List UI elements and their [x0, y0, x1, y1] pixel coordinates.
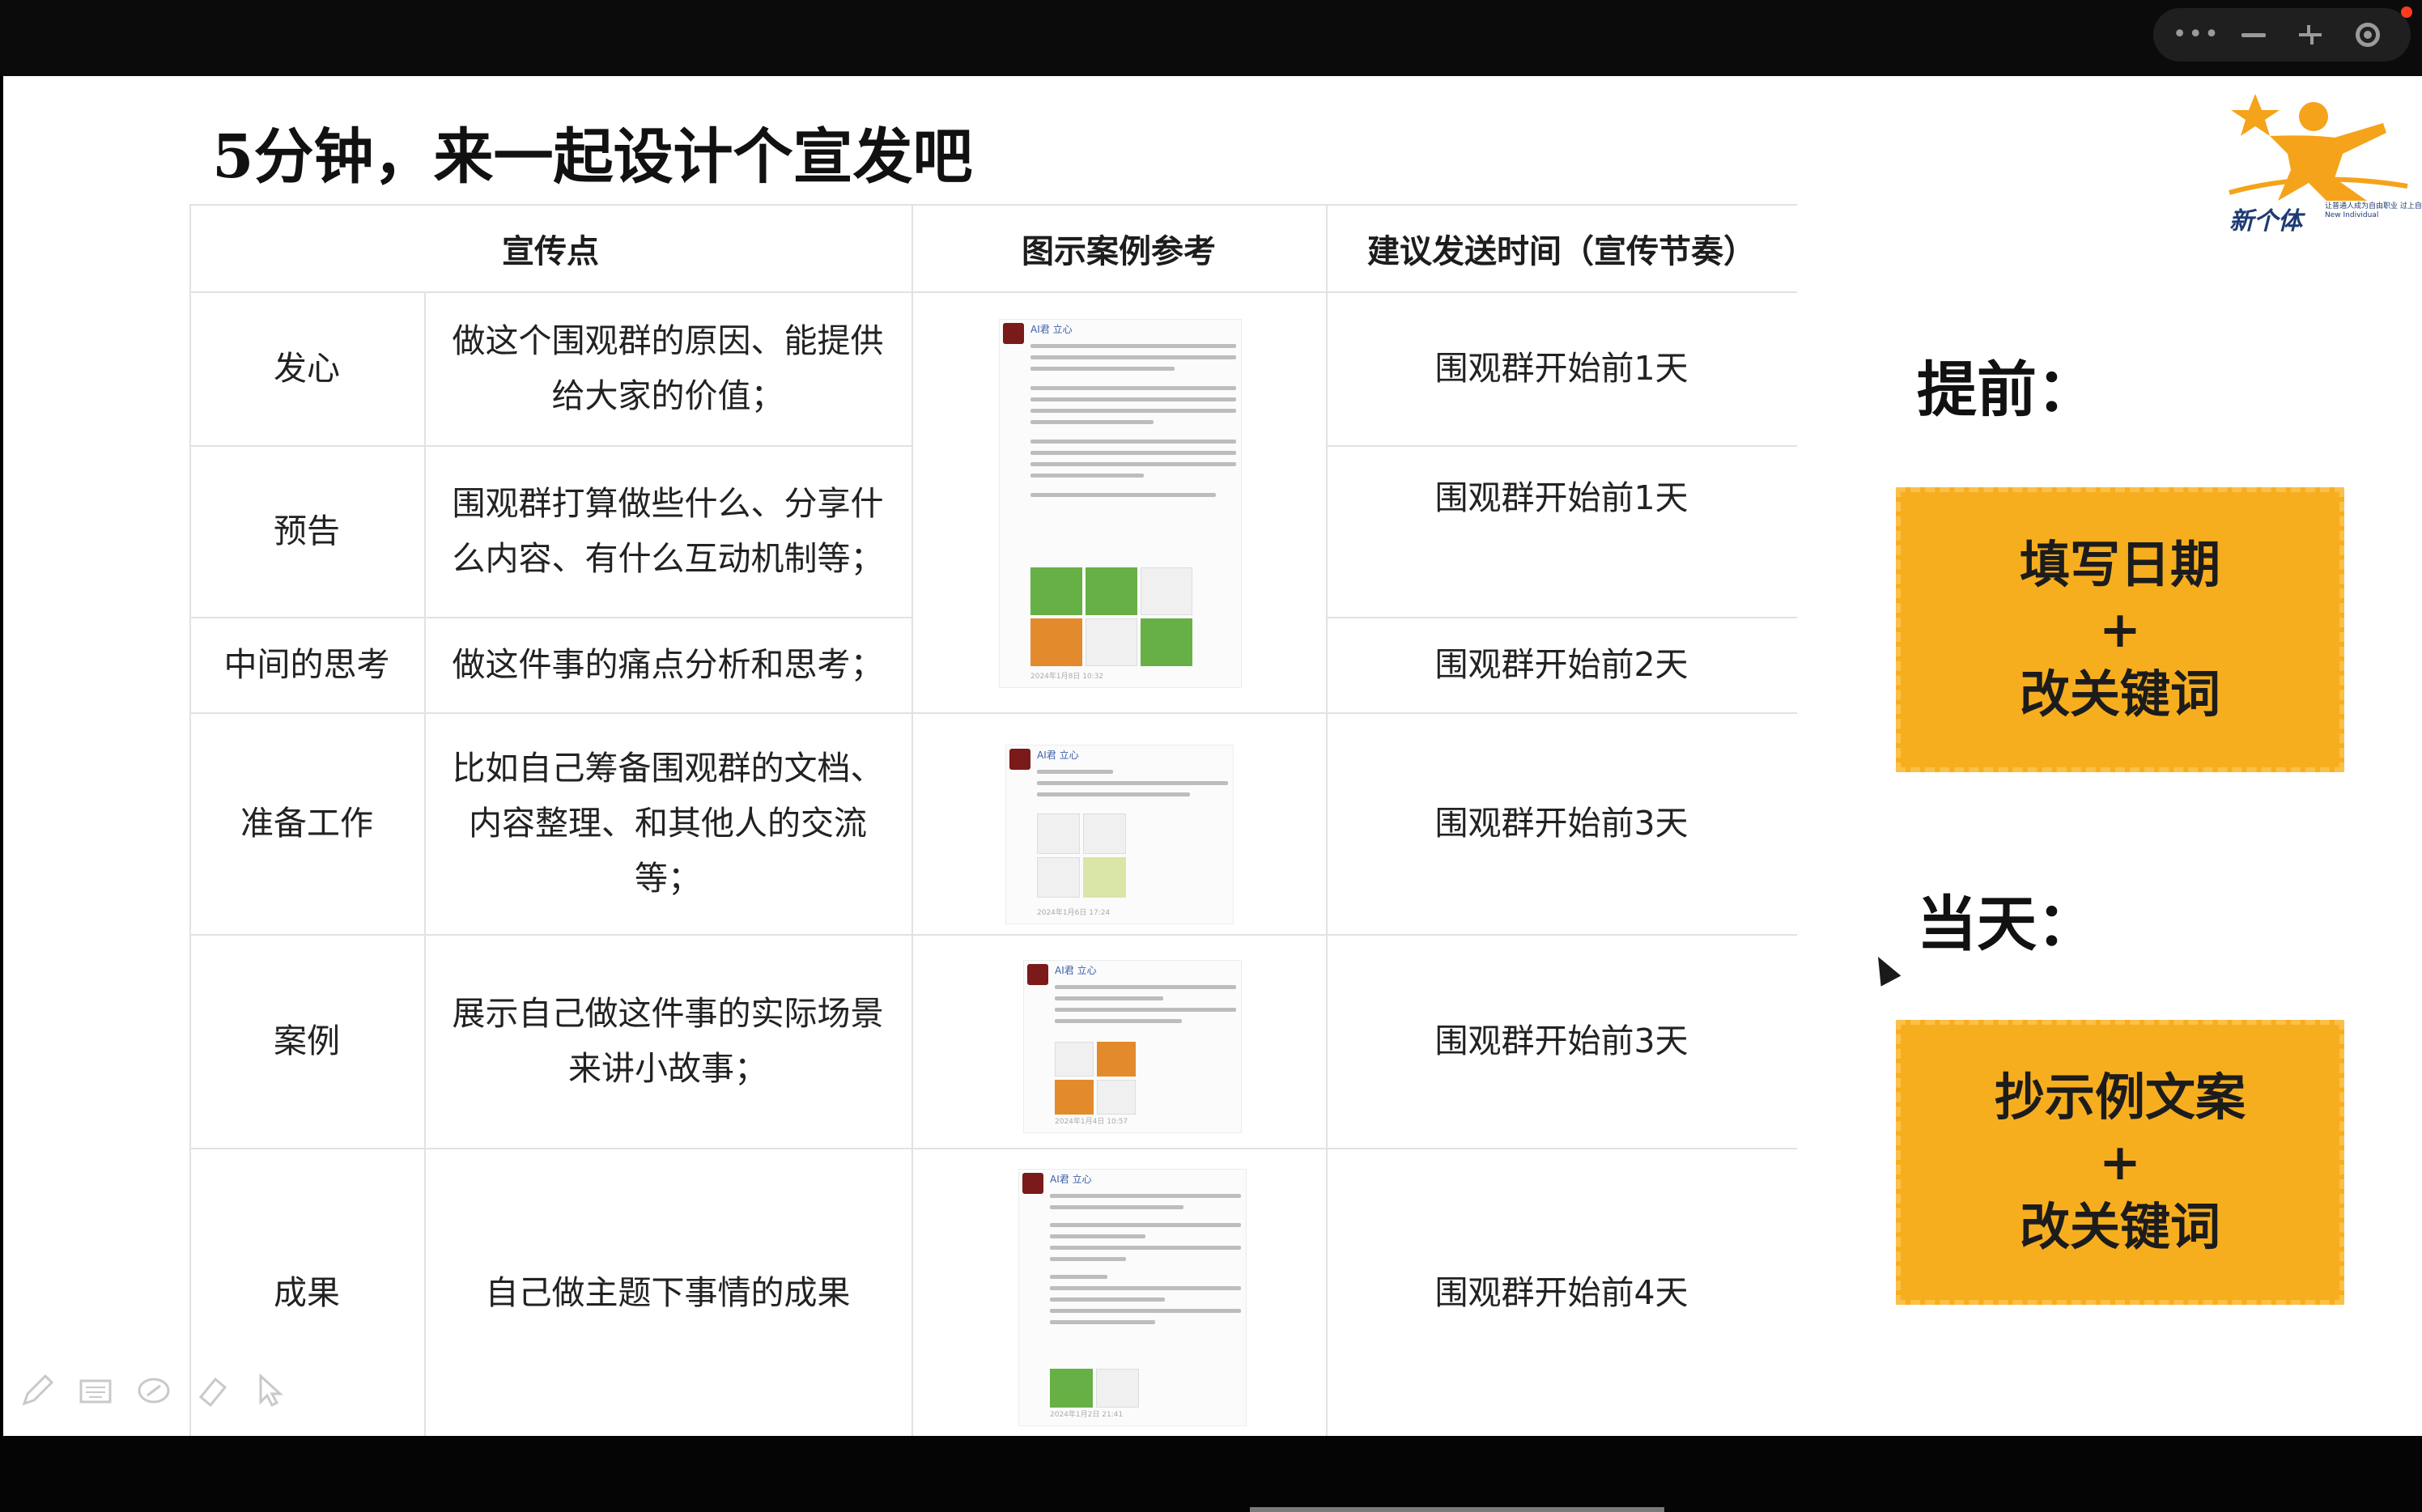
row-time: 围观群开始前3天 [1434, 1021, 1689, 1060]
example-screenshot: AI君 立心 2024年1月4日 10:57 [1023, 960, 1242, 1133]
thumb-text-lines [1037, 770, 1228, 804]
example-screenshot: AI君 立心 2024年1月2日 21:41 [1018, 1169, 1247, 1426]
before-box-line: 改关键词 [2019, 665, 2220, 724]
avatar [1022, 1173, 1043, 1194]
thumb-author: AI君 立心 [1037, 750, 1079, 761]
avatar [1009, 749, 1030, 770]
thumb-text-lines [1055, 985, 1236, 1030]
star-person-icon [2229, 94, 2408, 201]
day-box-line: 抄示例文案 [1994, 1068, 2246, 1127]
table-divider [911, 206, 913, 1438]
day-box-line: 改关键词 [2019, 1197, 2220, 1256]
thumb-author: AI君 立心 [1050, 1174, 1092, 1185]
row-time: 围观群开始前1天 [1434, 349, 1689, 388]
thumb-date: 2024年1月8日 10:32 [1030, 673, 1104, 681]
thumb-images [1030, 567, 1192, 666]
thumb-date: 2024年1月2日 21:41 [1050, 1411, 1124, 1419]
row-desc: 自己做主题下事情的成果 [485, 1273, 851, 1312]
row-desc: 围观群打算做些什么、分享什么内容、有什么互动机制等； [452, 484, 884, 578]
before-box-line: 填写日期 [2019, 535, 2220, 594]
thumb-date: 2024年1月4日 10:57 [1055, 1118, 1128, 1126]
row-time: 围观群开始前3天 [1434, 804, 1689, 843]
example-screenshot: AI君 立心 2024年1月8日 10:32 [999, 319, 1242, 688]
row-desc: 做这个围观群的原因、能提供给大家的价值； [452, 321, 884, 415]
avatar [1027, 964, 1048, 985]
row-desc: 比如自己筹备围观群的文档、内容整理、和其他人的交流等； [452, 749, 884, 898]
row-time: 围观群开始前1天 [1434, 478, 1689, 517]
highlighter-icon[interactable] [193, 1371, 232, 1410]
slide: 5分钟，来一起设计个宣发吧 新个体 让普通人成为自由职业 过上自由自在的好日子 … [3, 76, 2422, 1438]
bottom-bar [0, 1436, 2422, 1512]
pointer-icon[interactable] [251, 1371, 290, 1410]
window-controls: ••• [2153, 8, 2411, 62]
header-example: 图示案例参考 [1022, 233, 1216, 270]
row-desc: 展示自己做这件事的实际场景来讲小故事； [452, 994, 884, 1088]
more-dots-icon[interactable]: ••• [2173, 13, 2219, 57]
logo-tagline-cn: 让普通人成为自由职业 过上自由自在的好日子 [2325, 202, 2422, 210]
pen-icon[interactable] [18, 1371, 57, 1410]
before-box: 填写日期 + 改关键词 [1896, 487, 2344, 772]
header-send-time: 建议发送时间（宣传节奏） [1367, 233, 1756, 270]
example-screenshot: AI君 立心 2024年1月6日 17:24 [1005, 745, 1234, 924]
row-time: 围观群开始前2天 [1434, 645, 1689, 684]
record-icon[interactable] [2346, 13, 2390, 57]
thumb-author: AI君 立心 [1055, 965, 1097, 976]
thumb-images [1055, 1042, 1136, 1115]
day-label: 当天： [1917, 890, 2097, 959]
thumb-text-lines [1050, 1194, 1241, 1331]
promo-table: 宣传点 图示案例参考 建议发送时间（宣传节奏） 发心 做这个围观群的原因、能提供… [189, 204, 1797, 1438]
thumb-images [1037, 813, 1126, 898]
row-point: 预告 [274, 512, 340, 550]
thumb-images [1050, 1369, 1139, 1408]
mouse-cursor-icon [1867, 951, 1901, 987]
before-box-line: + [2099, 600, 2141, 659]
day-box-line: + [2099, 1132, 2141, 1191]
avatar [1003, 323, 1024, 344]
logo-name: 新个体 [2229, 207, 2302, 236]
row-point: 发心 [274, 349, 340, 388]
keyboard-icon[interactable] [76, 1371, 115, 1410]
eraser-icon[interactable] [134, 1371, 173, 1410]
day-box: 抄示例文案 + 改关键词 [1896, 1020, 2344, 1305]
row-point: 案例 [274, 1021, 340, 1060]
before-label: 提前： [1917, 355, 2097, 425]
slide-title: 5分钟，来一起设计个宣发吧 [212, 122, 973, 192]
progress-line [1250, 1507, 1664, 1512]
drawing-toolbar [18, 1371, 290, 1410]
thumb-text-lines [1030, 344, 1236, 504]
header-promo-point: 宣传点 [502, 233, 599, 270]
minimize-icon[interactable] [2232, 13, 2275, 57]
row-time: 围观群开始前4天 [1434, 1273, 1689, 1312]
thumb-author: AI君 立心 [1030, 324, 1073, 335]
logo-tagline: 让普通人成为自由职业 过上自由自在的好日子 New Individual [2325, 202, 2422, 220]
row-point: 准备工作 [240, 804, 373, 843]
logo-tagline-en: New Individual [2325, 211, 2379, 219]
top-bar: ••• [0, 0, 2422, 76]
exit-fullscreen-icon[interactable] [2288, 13, 2332, 57]
row-point: 中间的思考 [223, 645, 390, 684]
row-desc: 做这件事的痛点分析和思考； [452, 645, 884, 684]
brand-logo: 新个体 让普通人成为自由职业 过上自由自在的好日子 New Individual [2213, 79, 2422, 241]
thumb-date: 2024年1月6日 17:24 [1037, 909, 1111, 917]
recording-indicator [2401, 6, 2412, 18]
